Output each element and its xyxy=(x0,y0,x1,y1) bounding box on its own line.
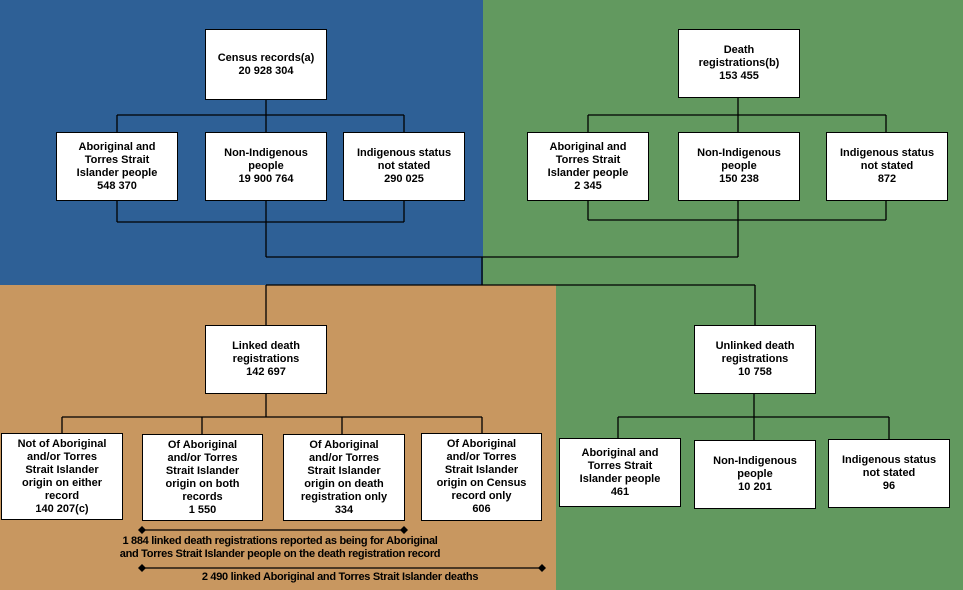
box-value: 548 370 xyxy=(97,179,137,192)
linked-not-indigenous-either-box: Not of Aboriginal and/or Torres Strait I… xyxy=(1,433,123,520)
box-label: records xyxy=(182,490,223,503)
box-label: Of Aboriginal xyxy=(446,438,517,450)
bracket-end-marker xyxy=(538,564,546,572)
annotation-2490-linked: 2 490 linked Aboriginal and Torres Strai… xyxy=(170,571,510,584)
box-value: 142 697 xyxy=(246,366,286,378)
box-label: Aboriginal and xyxy=(78,140,156,153)
box-value: 19 900 764 xyxy=(238,173,294,185)
death-indigenous-box: Aboriginal and Torres Strait Islander pe… xyxy=(527,132,649,201)
census-records-box: Census records(a) 20 928 304 xyxy=(205,29,327,100)
box-label: not stated xyxy=(860,160,914,172)
box-label: Torres Strait xyxy=(555,153,621,166)
box-label: Non-Indigenous xyxy=(697,147,781,159)
box-label: not stated xyxy=(377,160,431,172)
linked-death-registrations-box: Linked death registrations 142 697 xyxy=(205,325,327,394)
annotation-line: 1 884 linked death registrations reporte… xyxy=(122,535,438,547)
box-label: Strait Islander xyxy=(165,464,240,477)
box-label: and/or Torres xyxy=(26,450,98,463)
box-value: 461 xyxy=(610,485,630,498)
box-label: and/or Torres xyxy=(446,451,517,463)
annotation-line: and Torres Strait Islander people on the… xyxy=(119,548,441,560)
box-label: Of Aboriginal xyxy=(309,438,379,451)
box-label: origin on Census xyxy=(436,477,527,489)
box-label: and/or Torres xyxy=(308,451,380,464)
death-non-indigenous-box: Non-Indigenous people 150 238 xyxy=(678,132,800,201)
box-title: registrations(b) xyxy=(698,57,780,69)
box-label: people xyxy=(737,468,773,480)
annotation-1884-linked: 1 884 linked death registrations reporte… xyxy=(100,535,460,561)
census-not-stated-box: Indigenous status not stated 290 025 xyxy=(343,132,465,201)
box-label: origin on death xyxy=(304,477,384,490)
death-not-stated-box: Indigenous status not stated 872 xyxy=(826,132,948,201)
box-label: origin on both xyxy=(165,477,240,490)
annotation-line: 2 490 linked Aboriginal and Torres Strai… xyxy=(201,571,479,583)
box-label: Not of Aboriginal xyxy=(17,437,107,450)
box-value: 10 201 xyxy=(738,481,772,493)
box-value: 10 758 xyxy=(738,366,772,378)
box-value: 290 025 xyxy=(384,173,424,185)
box-label: Non-Indigenous xyxy=(224,147,308,159)
box-value: 150 238 xyxy=(719,173,759,185)
box-label: Indigenous status xyxy=(839,147,935,159)
box-value: 96 xyxy=(882,480,896,492)
box-title: Unlinked death xyxy=(715,340,795,352)
box-title: registrations xyxy=(721,353,789,365)
box-label: registration only xyxy=(300,490,388,503)
unlinked-death-registrations-box: Unlinked death registrations 10 758 xyxy=(694,325,816,394)
bracket-end-marker xyxy=(400,526,408,534)
box-label: Indigenous status xyxy=(841,454,937,466)
box-value: 334 xyxy=(334,503,354,516)
box-label: Torres Strait xyxy=(84,153,150,166)
box-label: record only xyxy=(451,490,512,502)
unlinked-not-stated-box: Indigenous status not stated 96 xyxy=(828,439,950,508)
census-non-indigenous-box: Non-Indigenous people 19 900 764 xyxy=(205,132,327,201)
unlinked-indigenous-box: Aboriginal and Torres Strait Islander pe… xyxy=(559,438,681,507)
box-label: Indigenous status xyxy=(356,147,452,159)
box-value: 606 xyxy=(472,503,491,515)
box-value: 140 207(c) xyxy=(35,502,89,515)
box-title: Linked death xyxy=(232,340,300,352)
death-registrations-box: Death registrations(b) 153 455 xyxy=(678,29,800,98)
box-title: registrations xyxy=(232,353,300,365)
box-label: Aboriginal and xyxy=(581,446,659,459)
unlinked-non-indigenous-box: Non-Indigenous people 10 201 xyxy=(694,440,816,509)
linked-indigenous-death-only-box: Of Aboriginal and/or Torres Strait Islan… xyxy=(283,434,405,521)
box-label: Strait Islander xyxy=(25,463,99,476)
box-label: Islander people xyxy=(76,166,158,179)
box-value: 1 550 xyxy=(188,503,217,516)
linked-indigenous-both-box: Of Aboriginal and/or Torres Strait Islan… xyxy=(142,434,263,521)
box-label: not stated xyxy=(862,467,916,479)
box-label: Torres Strait xyxy=(587,459,653,472)
bracket-end-marker xyxy=(138,526,146,534)
box-label: Non-Indigenous xyxy=(713,455,797,467)
bracket-end-marker xyxy=(138,564,146,572)
box-label: Aboriginal and xyxy=(549,140,627,153)
census-indigenous-box: Aboriginal and Torres Strait Islander pe… xyxy=(56,132,178,201)
box-label: Strait Islander xyxy=(307,464,381,477)
box-value: 153 455 xyxy=(719,70,759,82)
box-label: Islander people xyxy=(579,472,661,485)
box-value: 20 928 304 xyxy=(238,64,294,77)
box-label: Of Aboriginal xyxy=(167,438,238,451)
box-label: people xyxy=(721,160,757,172)
box-title: Death xyxy=(723,44,755,56)
box-title: Census records(a) xyxy=(217,51,315,64)
box-label: people xyxy=(248,160,284,172)
box-label: Strait Islander xyxy=(444,464,519,476)
linked-indigenous-census-only-box: Of Aboriginal and/or Torres Strait Islan… xyxy=(421,433,542,521)
box-label: and/or Torres xyxy=(167,451,238,464)
box-label: record xyxy=(44,489,80,502)
box-value: 872 xyxy=(877,173,897,185)
box-label: Islander people xyxy=(547,166,629,179)
box-value: 2 345 xyxy=(574,179,602,192)
box-label: origin on either xyxy=(21,476,103,489)
